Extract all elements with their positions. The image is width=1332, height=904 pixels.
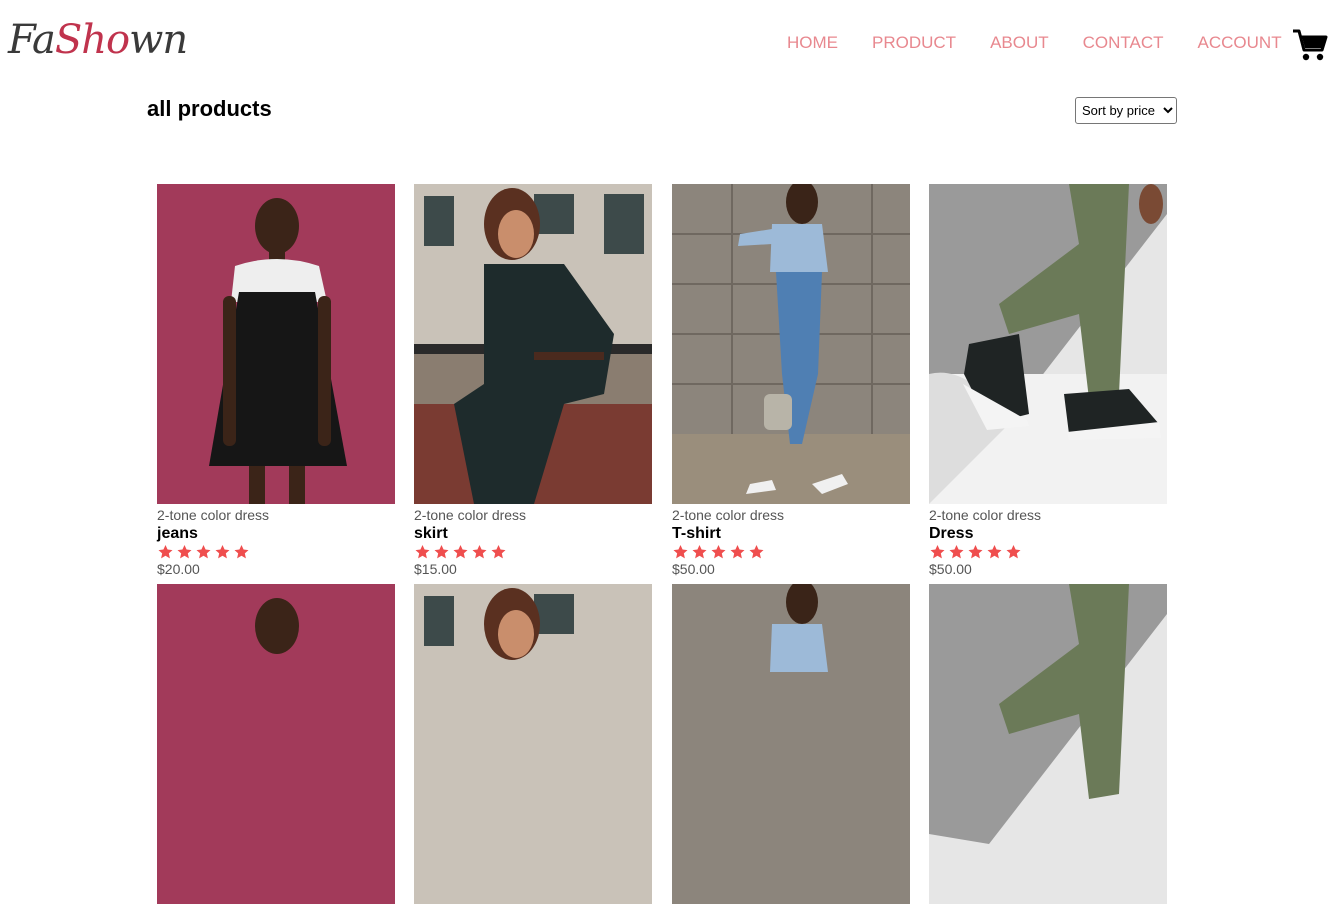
product-image[interactable] [414, 584, 652, 904]
product-card[interactable] [929, 584, 1167, 904]
product-image[interactable] [929, 584, 1167, 904]
star-icon [1006, 545, 1021, 559]
product-subtitle: 2-tone color dress [672, 507, 785, 523]
product-price: $15.00 [414, 561, 457, 577]
product-image[interactable] [157, 184, 395, 504]
product-name[interactable]: skirt [414, 524, 652, 543]
nav-home[interactable]: HOME [787, 33, 838, 53]
product-subtitle: 2-tone color dress [414, 507, 527, 523]
sort-select[interactable]: Sort by price [1075, 97, 1177, 124]
product-image[interactable] [672, 584, 910, 904]
nav-contact[interactable]: CONTACT [1083, 33, 1164, 53]
product-subtitle: 2-tone color dress [157, 507, 270, 523]
star-icon [968, 545, 983, 559]
star-icon [215, 545, 230, 559]
star-icon [711, 545, 726, 559]
page-title: all products [147, 96, 272, 121]
star-icon [730, 545, 745, 559]
shopping-cart-icon[interactable] [1292, 28, 1328, 62]
product-name[interactable]: T-shirt [672, 524, 910, 543]
product-image[interactable] [672, 184, 910, 504]
star-icon [673, 545, 688, 559]
star-icon [177, 545, 192, 559]
star-icon [415, 545, 430, 559]
product-card[interactable] [414, 584, 652, 904]
product-name[interactable]: jeans [157, 524, 395, 543]
logo-text-part2: Sho [54, 17, 130, 63]
logo-text-part3: wn [129, 17, 188, 63]
star-icon [234, 545, 249, 559]
product-card[interactable]: 2-tone color dress Dress $50.00 [929, 184, 1167, 577]
product-card[interactable]: 2-tone color dress jeans $20.00 [157, 184, 395, 577]
product-name[interactable]: Dress [929, 524, 1167, 543]
star-icon [930, 545, 945, 559]
product-rating [414, 544, 652, 561]
star-icon [434, 545, 449, 559]
product-price: $20.00 [157, 561, 200, 577]
star-icon [196, 545, 211, 559]
star-icon [987, 545, 1002, 559]
product-image[interactable] [414, 184, 652, 504]
star-icon [453, 545, 468, 559]
nav-product[interactable]: PRODUCT [872, 33, 956, 53]
star-icon [949, 545, 964, 559]
product-rating [157, 544, 395, 561]
product-image[interactable] [157, 584, 395, 904]
star-icon [158, 545, 173, 559]
star-icon [491, 545, 506, 559]
nav-account[interactable]: ACCOUNT [1198, 33, 1282, 53]
star-icon [472, 545, 487, 559]
product-card[interactable]: 2-tone color dress T-shirt $50.00 [672, 184, 910, 577]
product-card[interactable] [157, 584, 395, 904]
nav-about[interactable]: ABOUT [990, 33, 1049, 53]
main-nav: HOME PRODUCT ABOUT CONTACT ACCOUNT [787, 33, 1316, 53]
star-icon [692, 545, 707, 559]
logo-text-part1: Fa [8, 17, 56, 63]
product-card[interactable] [672, 584, 910, 904]
star-icon [749, 545, 764, 559]
product-image[interactable] [929, 184, 1167, 504]
site-logo[interactable]: FaShown [8, 14, 188, 66]
product-rating [672, 544, 910, 561]
product-subtitle: 2-tone color dress [929, 507, 1042, 523]
product-rating [929, 544, 1167, 561]
product-card[interactable]: 2-tone color dress skirt $15.00 [414, 184, 652, 577]
product-price: $50.00 [672, 561, 715, 577]
product-price: $50.00 [929, 561, 972, 577]
